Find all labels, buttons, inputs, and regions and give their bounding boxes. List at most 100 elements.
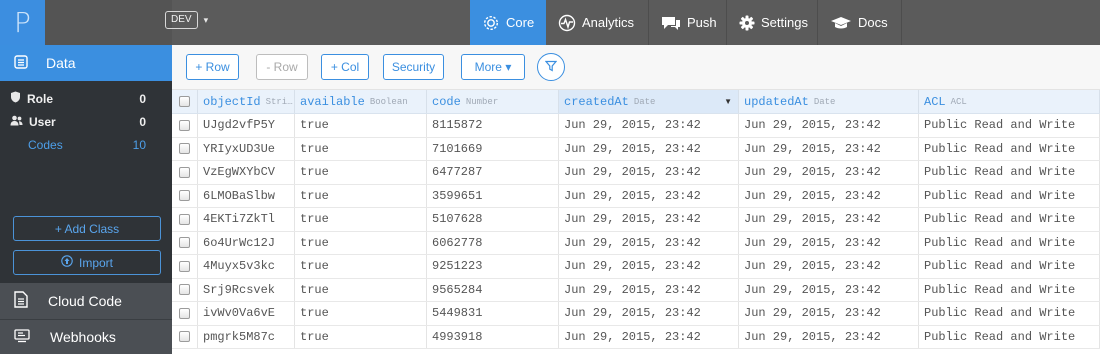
security-button[interactable]: Security bbox=[383, 54, 444, 80]
import-button[interactable]: Import bbox=[13, 250, 161, 275]
tab-docs[interactable]: Docs bbox=[818, 0, 902, 45]
parse-logo[interactable]: P bbox=[0, 0, 45, 45]
sidebar-item-cloud-code[interactable]: Cloud Code bbox=[0, 283, 172, 320]
cell-available[interactable]: true bbox=[295, 208, 427, 231]
cell-updatedat[interactable]: Jun 29, 2015, 23:42 bbox=[739, 255, 919, 278]
cell-available[interactable]: true bbox=[295, 231, 427, 254]
cell-acl[interactable]: Public Read and Write bbox=[919, 231, 1100, 254]
cell-code[interactable]: 6477287 bbox=[427, 161, 559, 184]
cell-code[interactable]: 6062778 bbox=[427, 231, 559, 254]
table-row[interactable]: pmgrk5M87c true 4993918 Jun 29, 2015, 23:42… bbox=[172, 325, 1100, 349]
column-header-createdat[interactable]: createdAt Date ▼ bbox=[559, 90, 739, 113]
cell-available[interactable]: true bbox=[295, 161, 427, 184]
cell-createdat[interactable]: Jun 29, 2015, 23:42 bbox=[559, 114, 739, 137]
row-checkbox[interactable] bbox=[179, 213, 190, 225]
cell-updatedat[interactable]: Jun 29, 2015, 23:42 bbox=[739, 184, 919, 207]
select-all-checkbox[interactable] bbox=[179, 96, 190, 107]
cell-updatedat[interactable]: Jun 29, 2015, 23:42 bbox=[739, 161, 919, 184]
cell-createdat[interactable]: Jun 29, 2015, 23:42 bbox=[559, 278, 739, 301]
cell-code[interactable]: 3599651 bbox=[427, 184, 559, 207]
row-checkbox[interactable] bbox=[179, 237, 190, 249]
row-checkbox[interactable] bbox=[179, 331, 190, 343]
cell-createdat[interactable]: Jun 29, 2015, 23:42 bbox=[559, 208, 739, 231]
cell-code[interactable]: 7101669 bbox=[427, 137, 559, 160]
cell-updatedat[interactable]: Jun 29, 2015, 23:42 bbox=[739, 278, 919, 301]
cell-acl[interactable]: Public Read and Write bbox=[919, 302, 1100, 325]
cell-createdat[interactable]: Jun 29, 2015, 23:42 bbox=[559, 184, 739, 207]
cell-createdat[interactable]: Jun 29, 2015, 23:42 bbox=[559, 302, 739, 325]
tab-settings[interactable]: Settings bbox=[727, 0, 818, 45]
table-row[interactable]: ivWv0Va6vE true 5449831 Jun 29, 2015, 23:42… bbox=[172, 302, 1100, 326]
row-checkbox[interactable] bbox=[179, 307, 190, 319]
tab-core[interactable]: Core bbox=[470, 0, 546, 45]
cell-createdat[interactable]: Jun 29, 2015, 23:42 bbox=[559, 325, 739, 348]
cell-objectid[interactable]: 6o4UrWc12J bbox=[198, 231, 295, 254]
cell-acl[interactable]: Public Read and Write bbox=[919, 137, 1100, 160]
cell-objectid[interactable]: pmgrk5M87c bbox=[198, 325, 295, 348]
row-checkbox[interactable] bbox=[179, 190, 190, 202]
column-header-objectid[interactable]: objectId Stri… bbox=[198, 90, 295, 113]
cell-acl[interactable]: Public Read and Write bbox=[919, 278, 1100, 301]
cell-updatedat[interactable]: Jun 29, 2015, 23:42 bbox=[739, 114, 919, 137]
sidebar-item-data[interactable]: Data bbox=[0, 45, 172, 81]
table-row[interactable]: VzEgWXYbCV true 6477287 Jun 29, 2015, 23:42… bbox=[172, 161, 1100, 185]
cell-code[interactable]: 9565284 bbox=[427, 278, 559, 301]
cell-acl[interactable]: Public Read and Write bbox=[919, 114, 1100, 137]
cell-objectid[interactable]: YRIyxUD3Ue bbox=[198, 137, 295, 160]
cell-acl[interactable]: Public Read and Write bbox=[919, 325, 1100, 348]
row-checkbox[interactable] bbox=[179, 260, 190, 272]
table-row[interactable]: 6LMOBaSlbw true 3599651 Jun 29, 2015, 23:42… bbox=[172, 184, 1100, 208]
cell-objectid[interactable]: ivWv0Va6vE bbox=[198, 302, 295, 325]
column-header-code[interactable]: code Number bbox=[427, 90, 559, 113]
cell-acl[interactable]: Public Read and Write bbox=[919, 184, 1100, 207]
cell-createdat[interactable]: Jun 29, 2015, 23:42 bbox=[559, 231, 739, 254]
cell-objectid[interactable]: VzEgWXYbCV bbox=[198, 161, 295, 184]
table-row[interactable]: 6o4UrWc12J true 6062778 Jun 29, 2015, 23:42… bbox=[172, 231, 1100, 255]
cell-updatedat[interactable]: Jun 29, 2015, 23:42 bbox=[739, 302, 919, 325]
filter-button[interactable] bbox=[537, 53, 565, 81]
add-row-button[interactable]: + Row bbox=[186, 54, 239, 80]
cell-updatedat[interactable]: Jun 29, 2015, 23:42 bbox=[739, 325, 919, 348]
column-header-available[interactable]: available Boolean bbox=[295, 90, 427, 113]
class-item-user[interactable]: User 0 bbox=[0, 110, 172, 133]
cell-available[interactable]: true bbox=[295, 114, 427, 137]
row-checkbox[interactable] bbox=[179, 166, 190, 178]
cell-acl[interactable]: Public Read and Write bbox=[919, 208, 1100, 231]
cell-code[interactable]: 9251223 bbox=[427, 255, 559, 278]
cell-code[interactable]: 5107628 bbox=[427, 208, 559, 231]
table-row[interactable]: YRIyxUD3Ue true 7101669 Jun 29, 2015, 23:42… bbox=[172, 137, 1100, 161]
table-row[interactable]: 4Muyx5v3kc true 9251223 Jun 29, 2015, 23:42… bbox=[172, 255, 1100, 279]
row-checkbox[interactable] bbox=[179, 143, 190, 155]
cell-code[interactable]: 4993918 bbox=[427, 325, 559, 348]
cell-createdat[interactable]: Jun 29, 2015, 23:42 bbox=[559, 161, 739, 184]
cell-updatedat[interactable]: Jun 29, 2015, 23:42 bbox=[739, 137, 919, 160]
sidebar-item-webhooks[interactable]: Webhooks bbox=[0, 320, 172, 354]
class-item-role[interactable]: Role 0 bbox=[0, 87, 172, 110]
cell-updatedat[interactable]: Jun 29, 2015, 23:42 bbox=[739, 208, 919, 231]
environment-select[interactable]: DEV ▾ bbox=[165, 11, 208, 29]
cell-available[interactable]: true bbox=[295, 278, 427, 301]
row-checkbox[interactable] bbox=[179, 284, 190, 296]
cell-acl[interactable]: Public Read and Write bbox=[919, 161, 1100, 184]
cell-code[interactable]: 8115872 bbox=[427, 114, 559, 137]
cell-objectid[interactable]: 4Muyx5v3kc bbox=[198, 255, 295, 278]
remove-row-button[interactable]: - Row bbox=[256, 54, 308, 80]
cell-available[interactable]: true bbox=[295, 184, 427, 207]
row-checkbox[interactable] bbox=[179, 119, 190, 131]
more-menu-button[interactable]: More ▾ bbox=[461, 54, 525, 80]
column-header-updatedat[interactable]: updatedAt Date bbox=[739, 90, 919, 113]
add-class-button[interactable]: + Add Class bbox=[13, 216, 161, 241]
cell-available[interactable]: true bbox=[295, 325, 427, 348]
cell-code[interactable]: 5449831 bbox=[427, 302, 559, 325]
tab-analytics[interactable]: Analytics bbox=[546, 0, 649, 45]
cell-objectid[interactable]: 4EKTi7ZkTl bbox=[198, 208, 295, 231]
cell-objectid[interactable]: UJgd2vfP5Y bbox=[198, 114, 295, 137]
column-header-acl[interactable]: ACL ACL bbox=[919, 90, 1100, 113]
cell-updatedat[interactable]: Jun 29, 2015, 23:42 bbox=[739, 231, 919, 254]
cell-available[interactable]: true bbox=[295, 302, 427, 325]
cell-acl[interactable]: Public Read and Write bbox=[919, 255, 1100, 278]
cell-createdat[interactable]: Jun 29, 2015, 23:42 bbox=[559, 255, 739, 278]
cell-objectid[interactable]: Srj9Rcsvek bbox=[198, 278, 295, 301]
cell-available[interactable]: true bbox=[295, 255, 427, 278]
add-column-button[interactable]: + Col bbox=[321, 54, 369, 80]
